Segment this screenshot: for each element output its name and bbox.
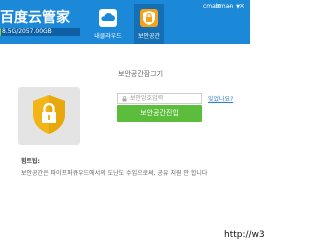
minimize-icon[interactable]: – — [226, 2, 234, 10]
password-input[interactable] — [130, 94, 200, 103]
forgot-password-link[interactable]: 잊었나요? — [208, 94, 233, 103]
close-icon[interactable]: × — [238, 2, 246, 10]
menu-icon[interactable]: ≡ — [214, 2, 222, 10]
tab-security-space-label: 보안공간 — [137, 33, 161, 40]
tab-my-cloud-label: 내클라우드 — [94, 33, 122, 40]
storage-usage-text: 8.5G/2057.00GB — [2, 28, 52, 35]
tip-label: 힘트팁: — [21, 158, 40, 165]
security-space-icon — [140, 9, 158, 27]
cloud-icon — [99, 9, 117, 27]
shield-illustration — [18, 87, 80, 145]
title-bar: 百度云管家 8.5G/2057.00GB 내클라우드 보안공간 cmairman… — [0, 0, 250, 44]
storage-usage-fill — [0, 28, 1, 36]
storage-usage-bar: 8.5G/2057.00GB — [0, 28, 80, 36]
app-logo-text: 百度云管家 — [0, 10, 70, 26]
shield-lock-icon — [33, 95, 65, 134]
tab-security-space[interactable]: 보안공간 — [134, 4, 164, 44]
tip-text: 보안공간은 파이프퍼큐우드에서의 도난도 수입으로써, 공유 지원 안 합니다 — [21, 170, 208, 177]
enter-security-space-button[interactable]: 보안공간진입 — [117, 105, 202, 122]
security-space-panel: 보안공간잠그기 잊었나요? 보안공간진입 힘트팁: 보안공간은 파이프퍼큐우드에… — [0, 44, 265, 250]
tab-my-cloud[interactable]: 내클라우드 — [93, 4, 123, 44]
security-space-title: 보안공간잠그기 — [118, 70, 164, 78]
lock-icon — [122, 96, 127, 102]
watermark-text: http://w3 — [224, 230, 265, 240]
password-field[interactable] — [117, 93, 202, 104]
